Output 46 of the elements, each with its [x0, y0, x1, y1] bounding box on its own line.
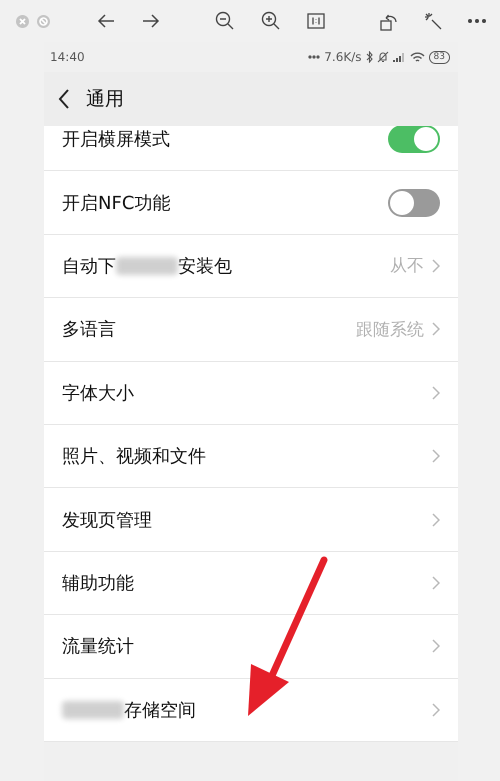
blurred-text	[116, 256, 178, 275]
row-value: 跟随系统	[356, 318, 424, 341]
row-label: 开启NFC功能	[62, 192, 170, 215]
chevron-icon	[432, 639, 440, 654]
bluetooth-icon	[366, 51, 373, 63]
row-label: 存储空间	[124, 698, 196, 722]
row-label: 发现页管理	[62, 508, 152, 532]
more-icon	[308, 55, 320, 59]
back-arrow-icon[interactable]	[97, 14, 115, 28]
zoom-out-icon[interactable]	[215, 11, 235, 31]
chevron-icon	[432, 576, 440, 590]
network-speed: 7.6K/s	[324, 50, 362, 64]
settings-row[interactable]: 开启横屏模式	[44, 126, 458, 172]
row-label: 安装包	[178, 254, 232, 278]
blurred-text	[62, 700, 124, 719]
page-title: 通用	[86, 87, 124, 112]
row-value: 从不	[390, 255, 424, 278]
toggle-switch[interactable]	[388, 188, 440, 217]
settings-row[interactable]: 存储空间	[44, 678, 458, 742]
row-label: 流量统计	[62, 635, 134, 658]
chevron-icon	[432, 322, 440, 336]
chevron-icon	[432, 258, 440, 273]
forward-arrow-icon[interactable]	[142, 14, 160, 28]
row-label: 辅助功能	[62, 572, 134, 595]
chevron-icon	[432, 702, 440, 717]
signal-icon	[392, 52, 406, 62]
chevron-icon	[432, 449, 440, 464]
more-icon[interactable]	[468, 19, 486, 23]
settings-row[interactable]: 字体大小	[44, 362, 458, 425]
muted-bell-icon	[376, 51, 389, 63]
chevron-icon	[432, 512, 440, 527]
wifi-icon	[410, 52, 425, 62]
toggle-switch[interactable]	[388, 126, 440, 154]
row-label: 字体大小	[62, 382, 134, 405]
row-label: 自动下	[62, 254, 116, 278]
row-label: 照片、视频和文件	[62, 445, 206, 468]
zoom-in-icon[interactable]	[261, 11, 281, 31]
row-label: 开启横屏模式	[62, 128, 170, 152]
chevron-icon	[432, 386, 440, 400]
back-icon[interactable]	[58, 89, 70, 109]
status-time: 14:40	[50, 50, 85, 64]
actual-size-icon[interactable]	[307, 13, 325, 29]
row-label: 多语言	[62, 318, 116, 342]
magic-wand-icon[interactable]	[424, 12, 442, 30]
settings-row[interactable]: 辅助功能	[44, 552, 458, 616]
battery-level: 83	[428, 50, 450, 64]
